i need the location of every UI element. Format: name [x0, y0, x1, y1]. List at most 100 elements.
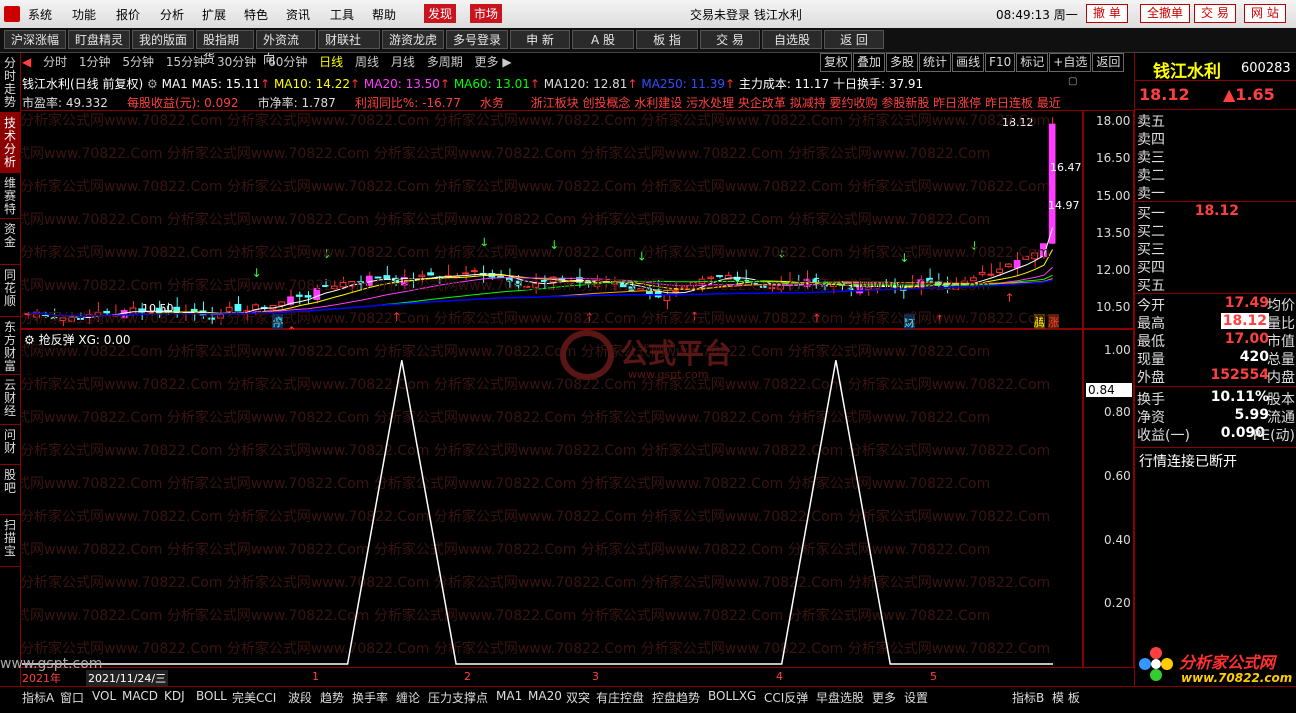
- period-weekly[interactable]: 周线: [355, 55, 379, 69]
- toolbar-button[interactable]: 沪深涨幅: [4, 30, 66, 49]
- period-1min[interactable]: 1分钟: [79, 55, 111, 69]
- y-tick: 13.50: [1096, 226, 1131, 240]
- app-logo-icon: [4, 6, 20, 22]
- menu-market[interactable]: 市场: [470, 4, 503, 23]
- period-5min[interactable]: 5分钟: [122, 55, 154, 69]
- indicator-tab[interactable]: 压力支撑点: [428, 689, 488, 706]
- period-intraday[interactable]: 分时: [43, 55, 67, 69]
- period-monthly[interactable]: 月线: [391, 55, 415, 69]
- indicator-tab[interactable]: 设置: [904, 689, 928, 706]
- stat-label: 换手: [1137, 392, 1165, 408]
- menu-feature[interactable]: 特色: [244, 6, 268, 23]
- indicator-tab[interactable]: 指标A: [22, 689, 54, 706]
- f10-button[interactable]: F10: [985, 53, 1016, 72]
- tab-scan[interactable]: 扫描宝: [0, 515, 20, 567]
- toolbar-button[interactable]: 申 新: [510, 30, 570, 49]
- trade-button[interactable]: 交 易: [1194, 4, 1236, 23]
- ask-label: 卖二: [1137, 168, 1165, 184]
- menu-quote[interactable]: 报价: [116, 6, 140, 23]
- indicator-tab[interactable]: BOLL: [196, 689, 227, 703]
- month-label: 3: [592, 670, 599, 683]
- settings-icon[interactable]: ⚙: [147, 77, 158, 91]
- indicator-tab[interactable]: VOL: [92, 689, 116, 703]
- toolbar-button[interactable]: 自选股: [762, 30, 822, 49]
- indicator-tab[interactable]: 早盘选股: [816, 689, 864, 706]
- indicator-tab[interactable]: KDJ: [164, 689, 185, 703]
- menu-help[interactable]: 帮助: [372, 6, 396, 23]
- stat-row: 最高 18.12 量比: [1137, 313, 1295, 332]
- indicator-tab[interactable]: 波段: [288, 689, 312, 706]
- divider: [1135, 109, 1296, 110]
- overlay-button[interactable]: 叠加: [853, 53, 886, 72]
- menu-function[interactable]: 功能: [72, 6, 96, 23]
- period-15min[interactable]: 15分钟: [166, 55, 205, 69]
- stat-value: 17.49: [1224, 295, 1269, 311]
- toolbar-button[interactable]: 财联社: [318, 30, 380, 49]
- adjust-button[interactable]: 复权: [820, 53, 853, 72]
- indicator-tab[interactable]: 趋势: [320, 689, 344, 706]
- period-30min[interactable]: 30分钟: [217, 55, 256, 69]
- website-button[interactable]: 网 站: [1244, 4, 1286, 23]
- tab-funds[interactable]: 资金: [0, 219, 20, 265]
- indicator-tab[interactable]: 更多: [872, 689, 896, 706]
- template-tab[interactable]: 模 板: [1052, 689, 1080, 706]
- indicator-tab[interactable]: BOLLXG: [708, 689, 756, 703]
- menu-analysis[interactable]: 分析: [160, 6, 184, 23]
- back-button[interactable]: 返回: [1092, 53, 1125, 72]
- multi-stock-button[interactable]: 多股: [886, 53, 919, 72]
- toolbar-button[interactable]: 外资流向: [256, 30, 316, 66]
- tab-yuncaijing[interactable]: 云财经: [0, 375, 20, 425]
- indicator-tab[interactable]: 缠论: [396, 689, 420, 706]
- indicator-tab[interactable]: 双突: [566, 689, 590, 706]
- draw-line-button[interactable]: 画线: [952, 53, 985, 72]
- menu-system[interactable]: 系统: [28, 6, 52, 23]
- tab-technical[interactable]: 技术分析: [0, 113, 20, 173]
- indicator-tab[interactable]: 窗口: [60, 689, 84, 706]
- stock-code: 600283: [1241, 61, 1291, 76]
- indicator-tab[interactable]: MA20: [528, 689, 562, 703]
- expand-icon[interactable]: ▢: [1068, 76, 1077, 87]
- menu-discover[interactable]: 发现: [424, 4, 457, 23]
- bid-label: 买二: [1137, 224, 1165, 240]
- tab-guba[interactable]: 股吧: [0, 465, 20, 515]
- tab-wencai[interactable]: 问财: [0, 425, 20, 465]
- menu-extend[interactable]: 扩展: [202, 6, 226, 23]
- indicator-tab[interactable]: MACD: [122, 689, 158, 703]
- mark-button[interactable]: 标记: [1016, 53, 1049, 72]
- period-multi[interactable]: 多周期: [427, 55, 463, 69]
- toolbar-button[interactable]: 盯盘精灵: [68, 30, 130, 49]
- indicator-tab[interactable]: MA1: [496, 689, 522, 703]
- y-tick: 16.50: [1096, 151, 1131, 165]
- toolbar-button[interactable]: 我的版面: [132, 30, 194, 49]
- tab-weisaite[interactable]: 维赛特: [0, 173, 20, 219]
- indicator-b-tab[interactable]: 指标B: [1012, 689, 1044, 706]
- cancel-all-button[interactable]: 全撤单: [1140, 4, 1191, 23]
- stat-label: 市值: [1267, 334, 1295, 350]
- main-cost-label: 主力成本: 11.17: [738, 77, 830, 91]
- menu-tools[interactable]: 工具: [330, 6, 354, 23]
- indicator-tab[interactable]: CCI反弹: [764, 689, 808, 706]
- toolbar-button[interactable]: 返 回: [824, 30, 884, 49]
- cancel-order-button[interactable]: 撤 单: [1086, 4, 1128, 23]
- toolbar-button[interactable]: 多号登录: [446, 30, 508, 49]
- stats-button[interactable]: 统计: [919, 53, 952, 72]
- indicator-tab[interactable]: 换手率: [352, 689, 388, 706]
- toolbar-button[interactable]: 交 易: [700, 30, 760, 49]
- tab-intraday[interactable]: 分时走势: [0, 53, 20, 113]
- menu-news[interactable]: 资讯: [286, 6, 310, 23]
- period-more[interactable]: 更多 ▶: [475, 55, 512, 69]
- toolbar-button[interactable]: A 股: [572, 30, 634, 49]
- add-watchlist-button[interactable]: +自选: [1049, 53, 1092, 72]
- tab-tonghuashun[interactable]: 同花顺: [0, 265, 20, 317]
- indicator-tab[interactable]: 有庄控盘: [596, 689, 644, 706]
- indicator-tab-bar: 指标A 窗口 VOL MACD KDJ BOLL 完美CCI 波段 趋势 换手率…: [0, 686, 1296, 713]
- indicator-tab[interactable]: 完美CCI: [232, 689, 276, 706]
- toolbar-button[interactable]: 游资龙虎: [382, 30, 444, 49]
- tab-eastmoney[interactable]: 东方财富: [0, 317, 20, 375]
- indicator-tab[interactable]: 控盘趋势: [652, 689, 700, 706]
- toolbar-button[interactable]: 股指期货: [196, 30, 254, 66]
- ma120-label: MA120: 12.81: [543, 77, 628, 91]
- period-daily[interactable]: 日线: [319, 55, 343, 69]
- toolbar-button[interactable]: 板 指: [636, 30, 698, 49]
- period-60min[interactable]: 60分钟: [268, 55, 307, 69]
